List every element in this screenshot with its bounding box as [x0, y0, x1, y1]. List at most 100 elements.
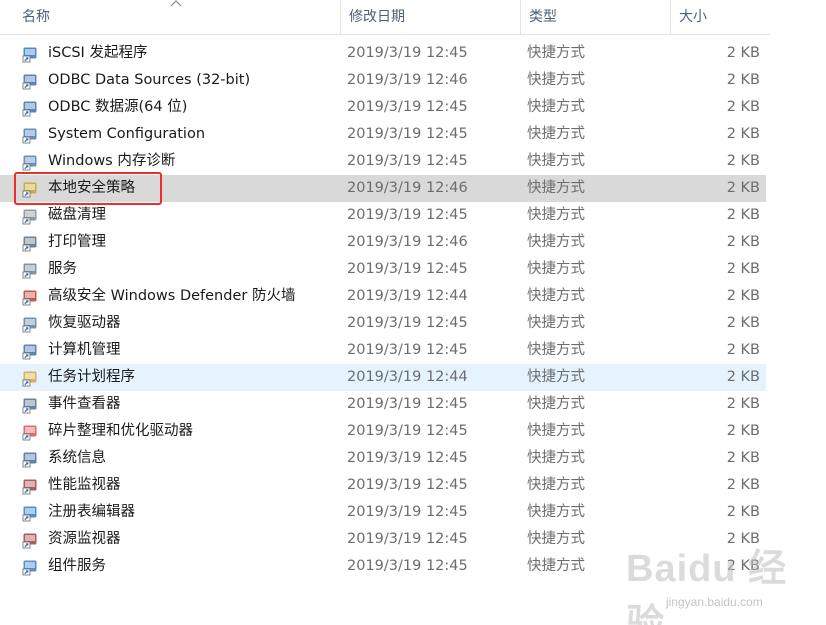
- file-row[interactable]: 性能监视器 2019/3/19 12:45 快捷方式 2 KB: [0, 472, 766, 499]
- file-name: Windows 内存诊断: [48, 153, 176, 169]
- file-row[interactable]: 碎片整理和优化驱动器 2019/3/19 12:45 快捷方式 2 KB: [0, 418, 766, 445]
- file-type: 快捷方式: [527, 45, 585, 61]
- performance-gauge-icon: [22, 477, 40, 495]
- column-header-type[interactable]: 类型: [520, 0, 670, 34]
- file-size: 2 KB: [726, 450, 760, 466]
- file-size: 2 KB: [726, 45, 760, 61]
- file-row[interactable]: 注册表编辑器 2019/3/19 12:45 快捷方式 2 KB: [0, 499, 766, 526]
- file-name: iSCSI 发起程序: [48, 45, 148, 61]
- file-row[interactable]: 资源监视器 2019/3/19 12:45 快捷方式 2 KB: [0, 526, 766, 553]
- file-size: 2 KB: [726, 180, 760, 196]
- file-type: 快捷方式: [527, 261, 585, 277]
- file-name: 本地安全策略: [48, 180, 135, 196]
- file-size: 2 KB: [726, 396, 760, 412]
- iscsi-icon: [22, 45, 40, 63]
- file-date-modified: 2019/3/19 12:45: [347, 531, 468, 547]
- file-size: 2 KB: [726, 261, 760, 277]
- file-name: 碎片整理和优化驱动器: [48, 423, 193, 439]
- file-date-modified: 2019/3/19 12:45: [347, 396, 468, 412]
- file-list: iSCSI 发起程序 2019/3/19 12:45 快捷方式 2 KB ODB…: [0, 40, 826, 580]
- firewall-icon: [22, 288, 40, 306]
- file-type: 快捷方式: [527, 72, 585, 88]
- file-row[interactable]: 系统信息 2019/3/19 12:45 快捷方式 2 KB: [0, 445, 766, 472]
- system-info-icon: [22, 450, 40, 468]
- task-scheduler-clock-icon: [22, 369, 40, 387]
- file-name: 高级安全 Windows Defender 防火墙: [48, 288, 296, 304]
- file-row[interactable]: 事件查看器 2019/3/19 12:45 快捷方式 2 KB: [0, 391, 766, 418]
- file-size: 2 KB: [726, 504, 760, 520]
- file-name: 任务计划程序: [48, 369, 135, 385]
- file-size: 2 KB: [726, 72, 760, 88]
- file-size: 2 KB: [726, 423, 760, 439]
- file-date-modified: 2019/3/19 12:45: [347, 45, 468, 61]
- file-date-modified: 2019/3/19 12:45: [347, 207, 468, 223]
- file-type: 快捷方式: [527, 342, 585, 358]
- file-type: 快捷方式: [527, 423, 585, 439]
- file-size: 2 KB: [726, 369, 760, 385]
- column-header-size[interactable]: 大小: [670, 0, 770, 34]
- file-row[interactable]: System Configuration 2019/3/19 12:45 快捷方…: [0, 121, 766, 148]
- file-row[interactable]: 磁盘清理 2019/3/19 12:45 快捷方式 2 KB: [0, 202, 766, 229]
- file-name: 磁盘清理: [48, 207, 106, 223]
- file-name: 资源监视器: [48, 531, 121, 547]
- file-size: 2 KB: [726, 126, 760, 142]
- computer-management-icon: [22, 342, 40, 360]
- watermark-url: jingyan.baidu.com: [666, 595, 763, 609]
- file-row[interactable]: 任务计划程序 2019/3/19 12:44 快捷方式 2 KB: [0, 364, 766, 391]
- file-type: 快捷方式: [527, 153, 585, 169]
- file-date-modified: 2019/3/19 12:45: [347, 153, 468, 169]
- file-date-modified: 2019/3/19 12:45: [347, 342, 468, 358]
- file-date-modified: 2019/3/19 12:44: [347, 369, 468, 385]
- file-size: 2 KB: [726, 342, 760, 358]
- printer-icon: [22, 234, 40, 252]
- file-name: 事件查看器: [48, 396, 121, 412]
- file-row[interactable]: 服务 2019/3/19 12:45 快捷方式 2 KB: [0, 256, 766, 283]
- file-type: 快捷方式: [527, 396, 585, 412]
- file-name: ODBC 数据源(64 位): [48, 99, 188, 115]
- recovery-drive-icon: [22, 315, 40, 333]
- component-services-icon: [22, 558, 40, 576]
- file-date-modified: 2019/3/19 12:46: [347, 234, 468, 250]
- file-type: 快捷方式: [527, 288, 585, 304]
- file-date-modified: 2019/3/19 12:44: [347, 288, 468, 304]
- file-size: 2 KB: [726, 477, 760, 493]
- event-viewer-icon: [22, 396, 40, 414]
- system-config-icon: [22, 126, 40, 144]
- file-row[interactable]: 恢复驱动器 2019/3/19 12:45 快捷方式 2 KB: [0, 310, 766, 337]
- file-type: 快捷方式: [527, 207, 585, 223]
- file-row[interactable]: 组件服务 2019/3/19 12:45 快捷方式 2 KB: [0, 553, 766, 580]
- file-row[interactable]: ODBC Data Sources (32-bit) 2019/3/19 12:…: [0, 67, 766, 94]
- file-type: 快捷方式: [527, 558, 585, 574]
- file-size: 2 KB: [726, 288, 760, 304]
- file-name: ODBC Data Sources (32-bit): [48, 72, 251, 88]
- file-row[interactable]: 计算机管理 2019/3/19 12:45 快捷方式 2 KB: [0, 337, 766, 364]
- file-type: 快捷方式: [527, 531, 585, 547]
- file-explorer-details-view: 名称 修改日期 类型 大小 iSCSI 发起程序 2019/3/19 12:45…: [0, 0, 826, 625]
- file-name: System Configuration: [48, 126, 206, 142]
- file-name: 性能监视器: [48, 477, 121, 493]
- file-row[interactable]: ODBC 数据源(64 位) 2019/3/19 12:45 快捷方式 2 KB: [0, 94, 766, 121]
- column-header-bar: 名称 修改日期 类型 大小: [0, 0, 770, 35]
- file-row[interactable]: 高级安全 Windows Defender 防火墙 2019/3/19 12:4…: [0, 283, 766, 310]
- file-size: 2 KB: [726, 207, 760, 223]
- file-row[interactable]: Windows 内存诊断 2019/3/19 12:45 快捷方式 2 KB: [0, 148, 766, 175]
- file-type: 快捷方式: [527, 369, 585, 385]
- file-row[interactable]: 打印管理 2019/3/19 12:46 快捷方式 2 KB: [0, 229, 766, 256]
- file-size: 2 KB: [726, 558, 760, 574]
- file-type: 快捷方式: [527, 99, 585, 115]
- file-type: 快捷方式: [527, 234, 585, 250]
- file-type: 快捷方式: [527, 450, 585, 466]
- file-name: 系统信息: [48, 450, 106, 466]
- file-date-modified: 2019/3/19 12:46: [347, 180, 468, 196]
- file-size: 2 KB: [726, 531, 760, 547]
- file-name: 打印管理: [48, 234, 106, 250]
- file-date-modified: 2019/3/19 12:45: [347, 315, 468, 331]
- file-name: 注册表编辑器: [48, 504, 135, 520]
- odbc-icon: [22, 99, 40, 117]
- column-header-date-modified[interactable]: 修改日期: [340, 0, 520, 34]
- column-header-name[interactable]: 名称: [14, 0, 340, 34]
- file-row[interactable]: 本地安全策略 2019/3/19 12:46 快捷方式 2 KB: [0, 175, 766, 202]
- file-row[interactable]: iSCSI 发起程序 2019/3/19 12:45 快捷方式 2 KB: [0, 40, 766, 67]
- file-date-modified: 2019/3/19 12:45: [347, 504, 468, 520]
- file-date-modified: 2019/3/19 12:45: [347, 450, 468, 466]
